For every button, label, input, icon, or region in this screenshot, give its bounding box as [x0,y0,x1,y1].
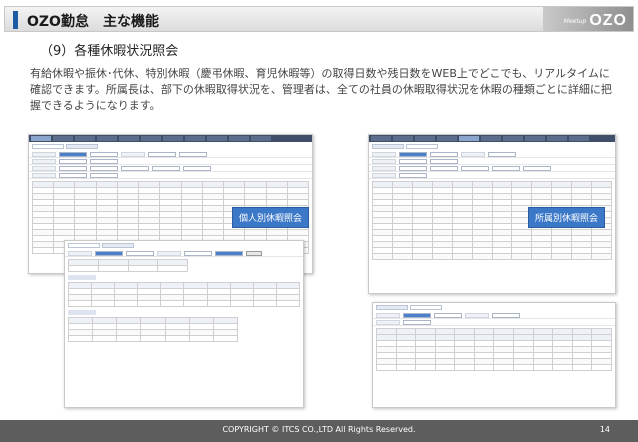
individual-leave-callout: 個人別休暇照会 [232,207,310,228]
tab-bar [369,142,615,151]
app-navbar [369,135,615,142]
brand-text: OZO [589,12,627,29]
tab-bar [65,241,303,250]
section-title: （9）各種休暇状況照会 [40,44,179,59]
department-detail-screenshot [372,302,616,408]
slide-footer: COPYRIGHT © ITCS CO.,LTD All Rights Rese… [0,420,638,442]
copyright-text: COPYRIGHT © ITCS CO.,LTD All Rights Rese… [222,425,416,434]
description-text: 有給休暇や振休･代休、特別休暇（慶弔休暇、育児休暇等）の取得日数や残日数をWEB… [30,67,612,112]
individual-detail-screenshot [64,240,304,408]
header-accent-bar [13,11,18,29]
page-number: 14 [599,425,610,434]
tab-bar [373,303,615,312]
department-leave-callout: 所属別休暇照会 [528,207,606,228]
brand-small-text: Meetup [563,17,587,25]
app-navbar [29,135,312,142]
tab-bar [29,142,312,151]
slide-header: OZO勤怠 主な機能 Meetup OZO [4,6,634,32]
slide-title: OZO勤怠 主な機能 [27,14,159,30]
brand-logo: Meetup OZO [564,11,627,31]
